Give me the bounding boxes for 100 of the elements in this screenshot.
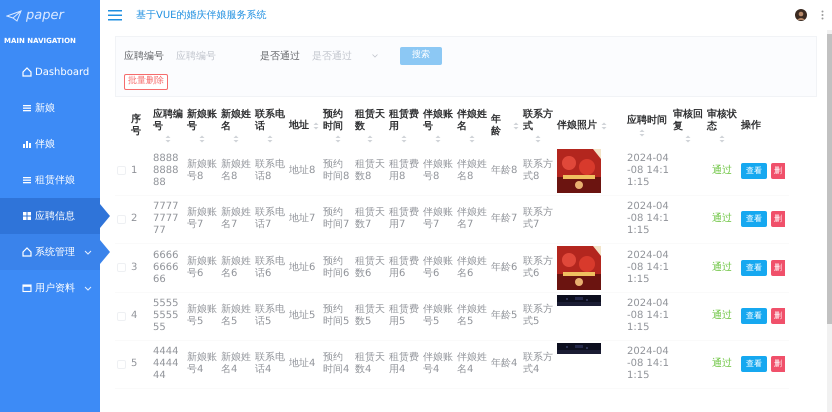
batch-delete-button[interactable]: 批量删除	[124, 74, 168, 90]
view-button[interactable]: 查看	[741, 356, 767, 372]
nav-item[interactable]: 新娘	[0, 90, 100, 126]
table-cell: 年龄4	[489, 340, 521, 388]
column-header: 伴娘姓名	[457, 108, 487, 132]
delete-button[interactable]: 删	[771, 162, 785, 178]
table-cell: 新娘账号4	[185, 340, 219, 388]
card-icon	[22, 283, 32, 293]
table-cell: 预约时间7	[321, 195, 353, 243]
table-cell: 联系电话5	[253, 292, 287, 340]
table-cell: 新娘姓名5	[219, 292, 253, 340]
column-header: 伴娘照片	[557, 120, 597, 132]
status-text: 通过	[712, 213, 732, 224]
table-cell: 租赁天数8	[353, 146, 387, 195]
sort-icon	[165, 134, 171, 142]
column-header: 年龄	[491, 114, 502, 138]
column-header: 预约时间	[323, 108, 344, 132]
grid-icon	[22, 211, 32, 221]
sort-icon	[233, 134, 239, 142]
table-cell: 新娘账号6	[185, 243, 219, 292]
column-header: 租赁天数	[355, 108, 385, 132]
column-header: 序号	[131, 114, 141, 136]
table-cell: 租赁费用8	[387, 146, 421, 195]
sort-icon	[313, 122, 319, 130]
table-cell: 2024-04-08 14:11:15	[625, 195, 671, 243]
list-icon	[22, 103, 32, 113]
column-header: 审核状态	[707, 108, 737, 132]
home-icon	[22, 67, 32, 77]
delete-button[interactable]: 删	[771, 356, 785, 372]
table-cell: 联系方式5	[521, 292, 555, 340]
nav-item[interactable]: Dashboard	[0, 54, 100, 90]
sort-icon	[199, 134, 205, 142]
sort-icon	[469, 134, 475, 142]
delete-button[interactable]: 删	[771, 308, 785, 324]
table-cell: 伴娘姓名8	[455, 146, 489, 195]
nav-item[interactable]: 租赁伴娘	[0, 162, 100, 198]
table-cell: 联系电话7	[253, 195, 287, 243]
view-button[interactable]: 查看	[741, 260, 767, 276]
table-cell: 租赁天数6	[353, 243, 387, 292]
table-cell: 地址4	[287, 340, 321, 388]
table-cell: 联系方式6	[521, 243, 555, 292]
sort-icon	[335, 134, 341, 142]
sort-icon	[535, 134, 541, 142]
table-cell: 2024-04-08 14:11:15	[625, 243, 671, 292]
table-cell: 伴娘姓名5	[455, 292, 489, 340]
table-cell: 2024-04-08 14:11:15	[625, 292, 671, 340]
table-cell: 7777777777	[151, 195, 185, 243]
table-cell: 年龄5	[489, 292, 521, 340]
search-field[interactable]: 应聘编号	[172, 47, 252, 65]
status-text: 通过	[712, 358, 732, 369]
table-cell: 新娘账号8	[185, 146, 219, 195]
table-cell: 联系电话6	[253, 243, 287, 292]
table-cell: 租赁天数7	[353, 195, 387, 243]
home-icon	[22, 247, 32, 257]
column-header: 联系电话	[255, 108, 285, 132]
menu-icon[interactable]	[108, 10, 122, 20]
table-cell: 2024-04-08 14:11:15	[625, 146, 671, 195]
avatar-icon[interactable]	[795, 9, 807, 21]
column-header: 伴娘账号	[423, 108, 453, 132]
search-button[interactable]: 搜索	[400, 47, 442, 65]
view-button[interactable]: 查看	[741, 211, 767, 227]
table-cell: 租赁费用6	[387, 243, 421, 292]
delete-button[interactable]: 删	[771, 260, 785, 276]
table-cell: 新娘账号7	[185, 195, 219, 243]
table-cell: 伴娘账号4	[421, 340, 455, 388]
nav-item[interactable]: 伴娘	[0, 126, 100, 162]
table-cell: 租赁费用4	[387, 340, 421, 388]
delete-button[interactable]: 删	[771, 211, 785, 227]
column-header: 应聘编号	[153, 108, 183, 132]
column-header: 审核回复	[673, 108, 703, 132]
table-cell: 8888888888	[151, 146, 185, 195]
status-text: 通过	[712, 262, 732, 272]
sort-icon	[601, 122, 607, 130]
table-cell: 地址6	[287, 243, 321, 292]
table-cell: 预约时间5	[321, 292, 353, 340]
table-cell: 年龄7	[489, 195, 521, 243]
scrollbar[interactable]	[827, 34, 832, 324]
sort-icon	[719, 134, 725, 142]
table-cell: 新娘账号5	[185, 292, 219, 340]
column-header: 联系方式	[523, 108, 553, 132]
table-cell: 预约时间6	[321, 243, 353, 292]
sort-icon	[513, 122, 519, 130]
table-cell: 租赁天数4	[353, 340, 387, 388]
bar-chart-icon	[22, 139, 32, 149]
status-select[interactable]: 是否通过	[308, 47, 372, 65]
table-cell: 联系电话8	[253, 146, 287, 195]
view-button[interactable]: 查看	[741, 308, 767, 324]
view-button[interactable]: 查看	[741, 162, 767, 178]
table-cell: 新娘姓名4	[219, 340, 253, 388]
table-cell: 伴娘姓名7	[455, 195, 489, 243]
sort-icon	[401, 134, 407, 142]
table-cell: 新娘姓名8	[219, 146, 253, 195]
table-cell: 地址5	[287, 292, 321, 340]
table-cell: 地址7	[287, 195, 321, 243]
sort-icon	[435, 134, 441, 142]
nav-item[interactable]: 用户资料	[0, 270, 100, 306]
more-icon[interactable]	[821, 10, 824, 20]
table-cell: 伴娘姓名4	[455, 340, 489, 388]
column-header: 新娘姓名	[221, 108, 251, 132]
table-cell: 伴娘账号7	[421, 195, 455, 243]
